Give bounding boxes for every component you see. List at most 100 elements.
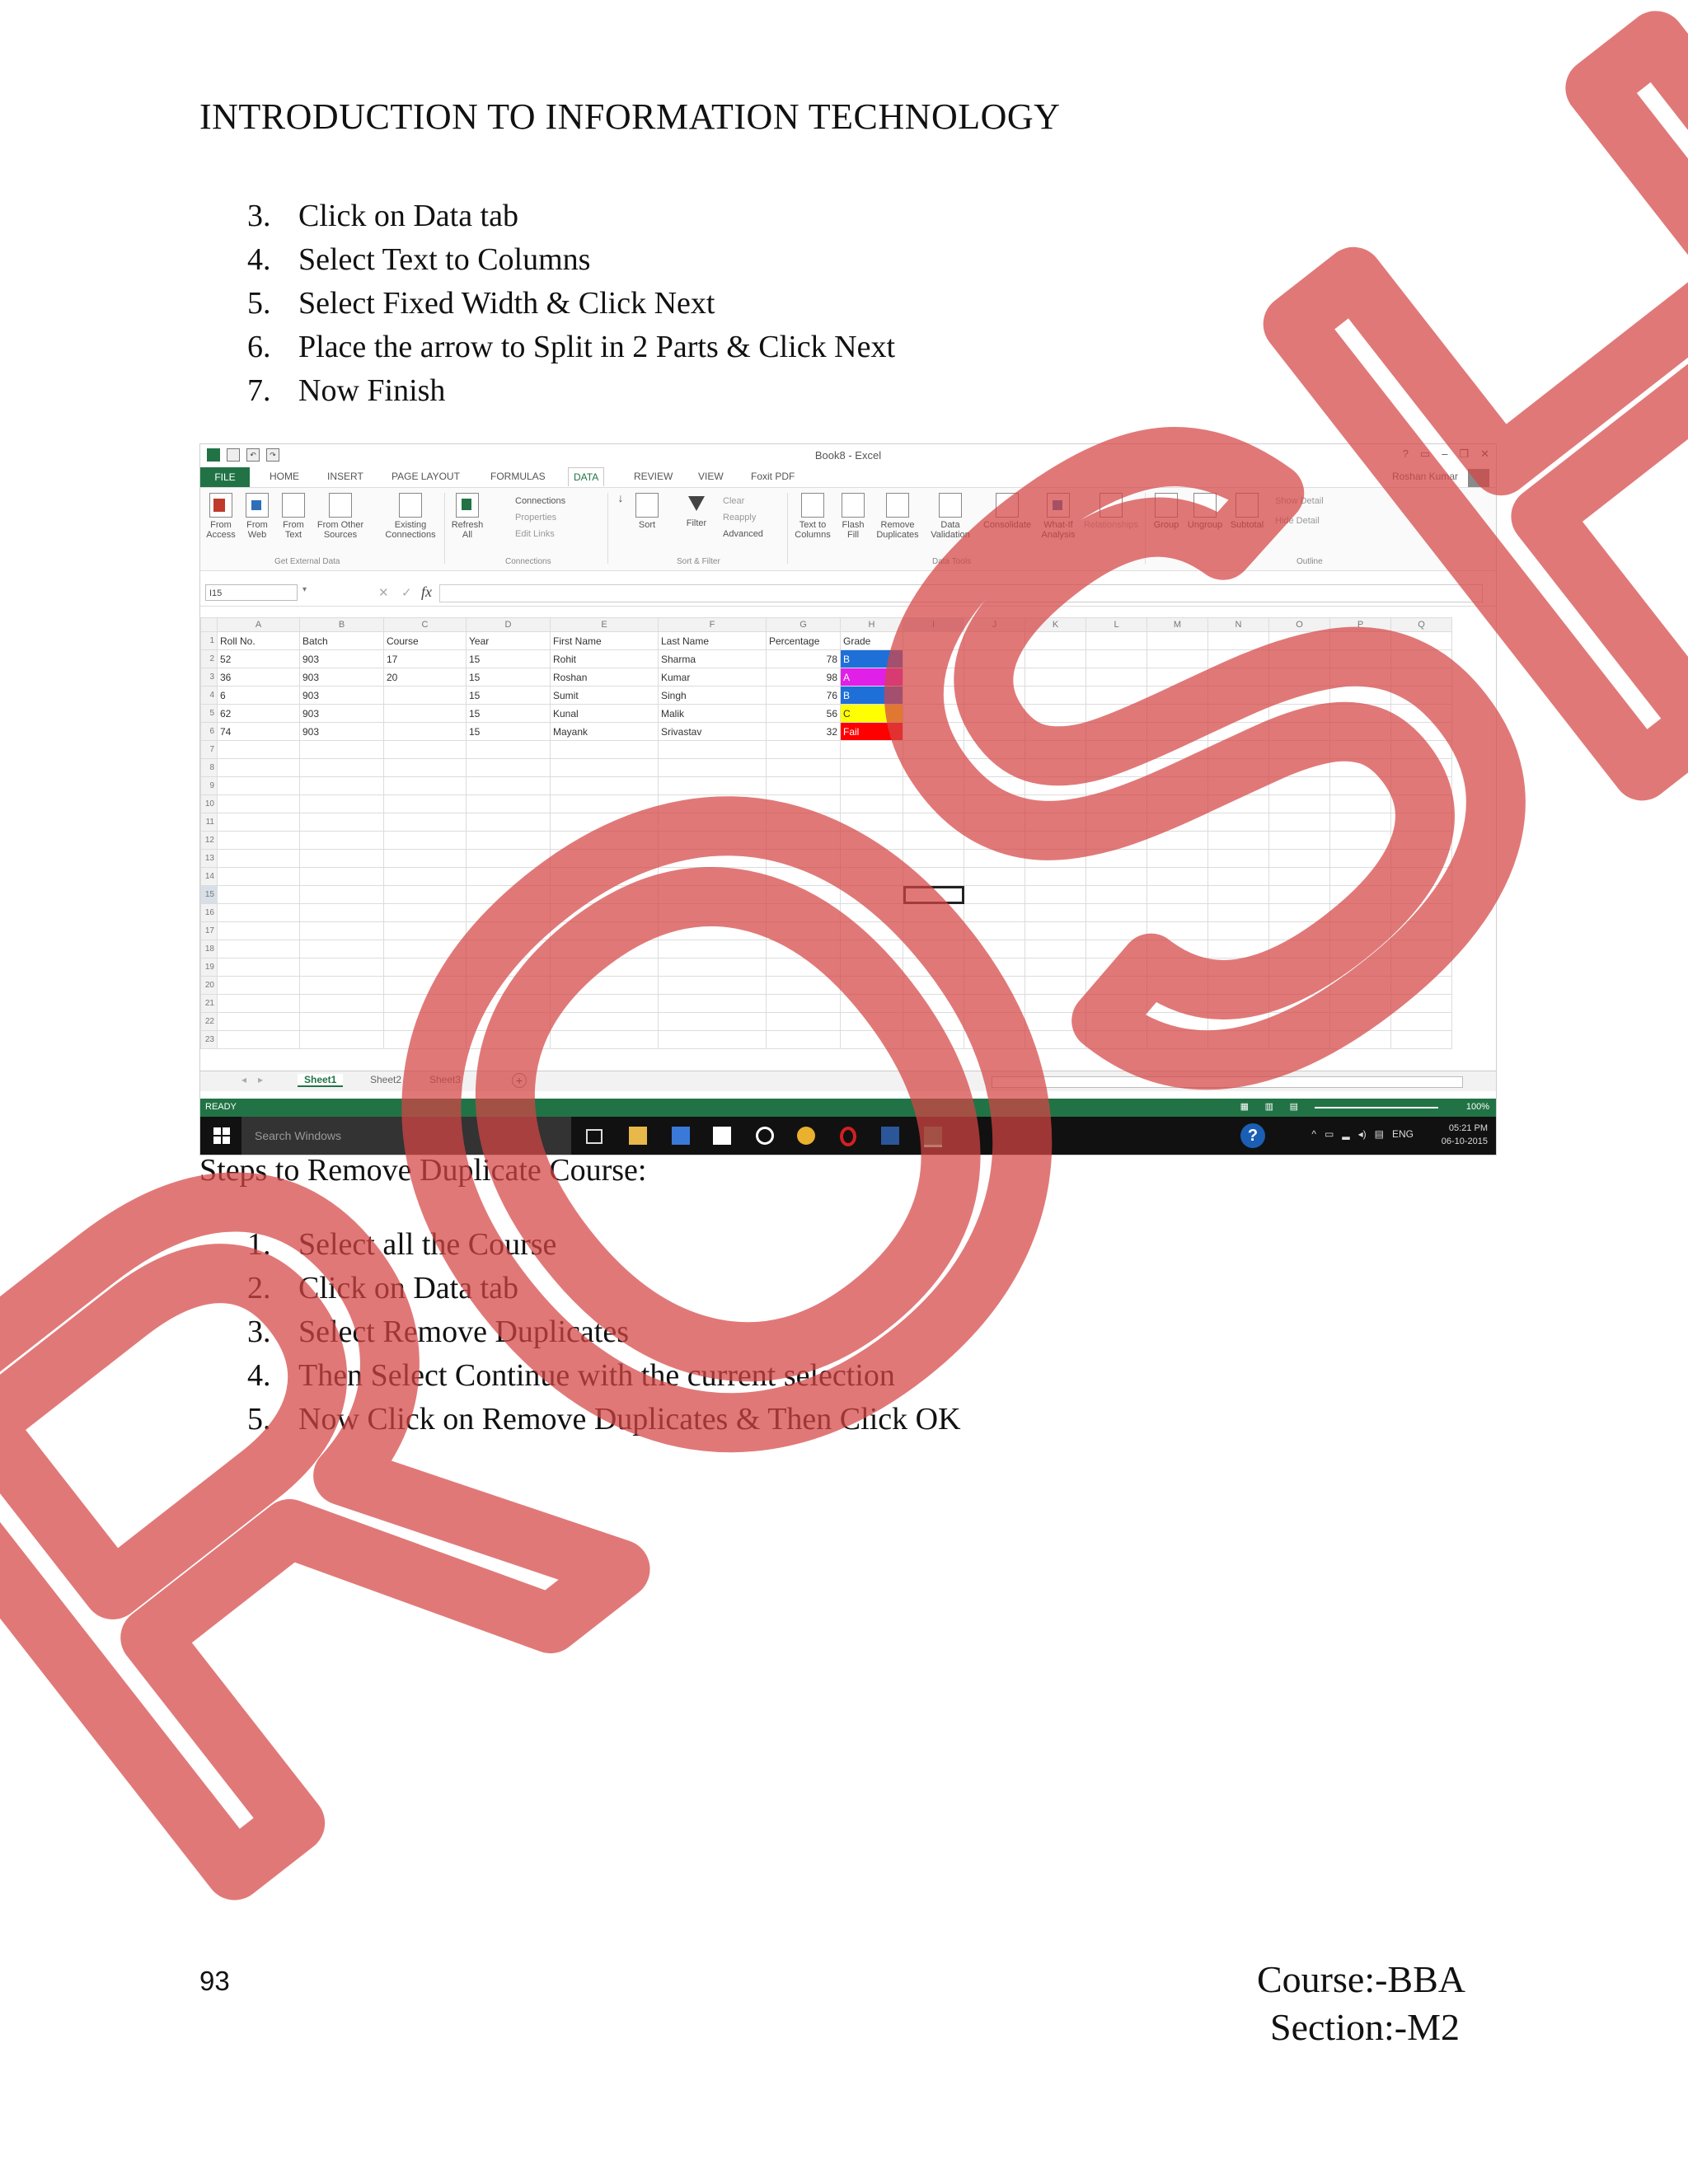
cell[interactable] (964, 885, 1025, 904)
cell[interactable] (1329, 704, 1391, 723)
cell[interactable] (1390, 921, 1452, 940)
cell[interactable] (1025, 921, 1086, 940)
cell[interactable] (1329, 867, 1391, 886)
cell[interactable] (1085, 921, 1147, 940)
cell[interactable] (1085, 958, 1147, 977)
cell[interactable]: Percentage (766, 631, 841, 650)
cell[interactable] (217, 940, 300, 958)
spreadsheet-grid[interactable]: ABCDEFGHIJKLMNOPQ 1 Roll No. Batch Course Ye… (200, 617, 1490, 1049)
row-header[interactable]: 23 (200, 1030, 218, 1049)
word-icon[interactable] (881, 1127, 899, 1145)
cell[interactable] (550, 867, 659, 886)
cell[interactable] (466, 958, 551, 977)
clock[interactable]: 05:21 PM 06-10-2015 (1442, 1122, 1488, 1148)
cell[interactable] (964, 649, 1025, 668)
cell[interactable] (1085, 885, 1147, 904)
cell[interactable] (299, 994, 384, 1013)
cell[interactable] (1207, 704, 1269, 723)
cell[interactable] (217, 831, 300, 850)
cell[interactable] (217, 776, 300, 795)
from-web-button[interactable]: From Web (243, 493, 271, 540)
cell[interactable] (658, 976, 767, 995)
cell[interactable] (1268, 940, 1330, 958)
cell[interactable] (658, 1030, 767, 1049)
cell[interactable] (1390, 940, 1452, 958)
cell[interactable]: Fail (840, 722, 903, 741)
cell[interactable] (383, 849, 467, 868)
cell[interactable] (383, 722, 467, 741)
cell[interactable] (1268, 758, 1330, 777)
cell[interactable] (550, 940, 659, 958)
cell[interactable] (1207, 813, 1269, 832)
cell[interactable] (550, 758, 659, 777)
cell[interactable] (964, 849, 1025, 868)
cell[interactable] (903, 649, 964, 668)
cell[interactable] (1025, 958, 1086, 977)
cell[interactable] (1329, 758, 1391, 777)
cell[interactable] (1268, 740, 1330, 759)
cell[interactable] (658, 813, 767, 832)
cell[interactable] (840, 940, 903, 958)
store-icon[interactable] (672, 1127, 690, 1145)
cell[interactable] (766, 885, 841, 904)
reapply-button[interactable]: Reapply (723, 513, 756, 523)
refresh-all-button[interactable]: Refresh All (451, 493, 484, 540)
cell[interactable] (1268, 776, 1330, 795)
cell[interactable] (1085, 704, 1147, 723)
cell[interactable] (299, 740, 384, 759)
row-header[interactable]: 8 (200, 758, 218, 777)
add-sheet-icon[interactable]: + (512, 1073, 527, 1088)
cell[interactable] (766, 958, 841, 977)
cell[interactable]: Rohit (550, 649, 659, 668)
cell[interactable] (1329, 1030, 1391, 1049)
cell[interactable] (1207, 849, 1269, 868)
row-header[interactable]: 10 (200, 794, 218, 813)
cell[interactable]: Year (466, 631, 551, 650)
cell[interactable] (903, 704, 964, 723)
cell[interactable] (1390, 1012, 1452, 1031)
cell[interactable] (299, 849, 384, 868)
cell[interactable] (658, 831, 767, 850)
chrome-icon[interactable] (797, 1127, 815, 1145)
cell[interactable] (466, 867, 551, 886)
cell[interactable] (1329, 794, 1391, 813)
zoom-slider[interactable] (1315, 1107, 1438, 1108)
cell[interactable] (1390, 994, 1452, 1013)
cell[interactable] (217, 903, 300, 922)
cell[interactable] (1390, 776, 1452, 795)
cell[interactable] (1390, 903, 1452, 922)
help-icon[interactable]: ? (1403, 448, 1409, 461)
cell[interactable] (1025, 976, 1086, 995)
cell[interactable] (1085, 976, 1147, 995)
cell[interactable] (1268, 686, 1330, 705)
cell[interactable] (840, 794, 903, 813)
restore-icon[interactable]: ❐ (1459, 448, 1469, 461)
dropdown-icon[interactable]: ▾ (302, 585, 307, 594)
cell[interactable]: B (840, 649, 903, 668)
properties-button[interactable]: Properties (515, 513, 556, 523)
sheet-prev-icon[interactable]: ◂ (241, 1074, 246, 1085)
cell[interactable] (964, 1012, 1025, 1031)
cell[interactable] (1329, 1012, 1391, 1031)
row-header[interactable]: 14 (200, 867, 218, 886)
excel-taskbar-icon[interactable] (924, 1127, 942, 1147)
cell[interactable] (1085, 668, 1147, 687)
hide-detail-button[interactable]: Hide Detail (1275, 516, 1320, 526)
cell[interactable] (964, 940, 1025, 958)
cell[interactable] (1268, 1030, 1330, 1049)
cell[interactable] (903, 776, 964, 795)
cell[interactable] (766, 740, 841, 759)
cell[interactable] (658, 849, 767, 868)
cell[interactable]: 74 (217, 722, 300, 741)
name-box[interactable]: I15 (205, 584, 298, 601)
cell[interactable] (1268, 722, 1330, 741)
cell[interactable] (1025, 776, 1086, 795)
cell[interactable] (766, 831, 841, 850)
cell[interactable] (964, 668, 1025, 687)
cell[interactable] (1390, 885, 1452, 904)
cell[interactable] (1085, 794, 1147, 813)
cell[interactable] (299, 958, 384, 977)
formula-input[interactable] (439, 584, 1483, 602)
cell[interactable]: 32 (766, 722, 841, 741)
cell[interactable]: B (840, 686, 903, 705)
